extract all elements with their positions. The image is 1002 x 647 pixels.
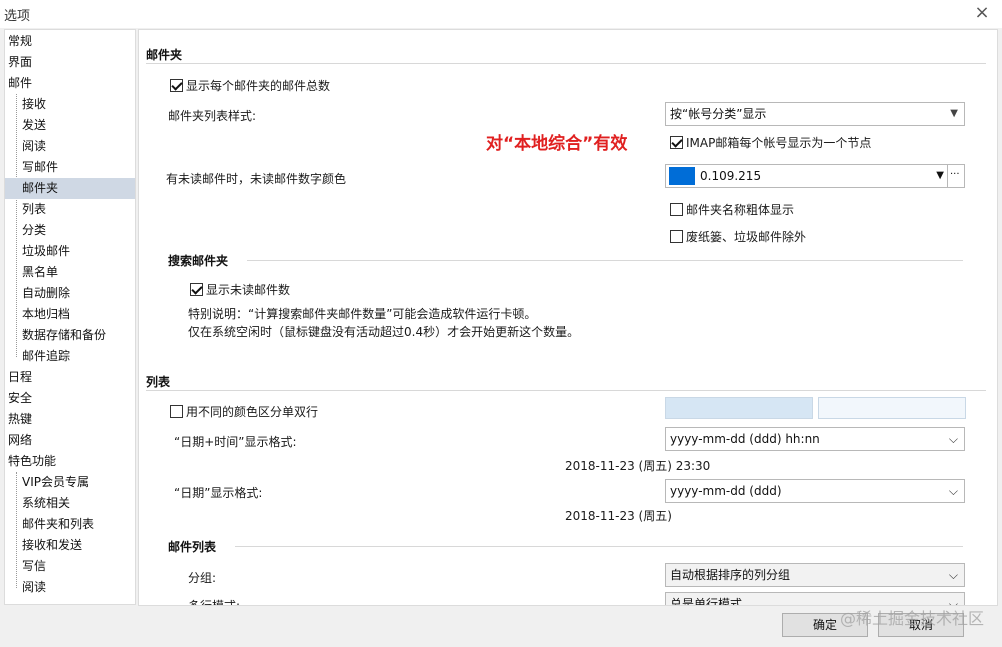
- mail-list-section-title: 邮件列表: [168, 540, 217, 554]
- date-format-value: yyyy-mm-dd (ddd): [670, 484, 782, 498]
- sidebar-item[interactable]: 数据存储和备份: [5, 325, 135, 346]
- window-title: 选项: [4, 9, 31, 24]
- options-nav-tree: 常规 界面 邮件 接收 发送 阅读 写邮件 邮件夹 列表 分类 垃圾邮件 黑名单 自动删除 本地归档 数据存…: [4, 29, 136, 605]
- exclude-trash-option[interactable]: 废纸篓、垃圾邮件除外: [670, 228, 806, 245]
- imap-node-checkbox[interactable]: [670, 136, 683, 149]
- sidebar-item[interactable]: 邮件追踪: [5, 346, 135, 367]
- sidebar-item[interactable]: 自动删除: [5, 283, 135, 304]
- chevron-down-icon: ⌵: [948, 484, 958, 498]
- multiline-select[interactable]: 总是单行模式 ⌵: [665, 592, 965, 606]
- datetime-format-label: “日期+时间”显示格式:: [174, 435, 297, 449]
- sidebar-item[interactable]: 安全: [5, 388, 135, 409]
- sidebar-item[interactable]: 邮件夹: [5, 178, 135, 199]
- show-total-label: 显示每个邮件夹的邮件总数: [186, 79, 331, 93]
- sidebar-item[interactable]: 邮件夹和列表: [5, 514, 135, 535]
- odd-row-color-swatch[interactable]: [665, 397, 813, 419]
- sidebar-item[interactable]: 阅读: [5, 577, 135, 598]
- list-style-select[interactable]: 按“帐号分类”显示 ▼: [665, 102, 965, 126]
- date-preview: 2018-11-23 (周五): [565, 509, 672, 523]
- list-section-title: 列表: [146, 375, 171, 389]
- alt-rows-option[interactable]: 用不同的颜色区分单双行: [170, 403, 318, 420]
- exclude-trash-label: 废纸篓、垃圾邮件除外: [686, 230, 807, 244]
- datetime-format-select[interactable]: yyyy-mm-dd (ddd) hh:nn ⌵: [665, 427, 965, 451]
- date-format-label: “日期”显示格式:: [174, 486, 263, 500]
- even-row-color-swatch[interactable]: [818, 397, 966, 419]
- alt-rows-checkbox[interactable]: [170, 405, 183, 418]
- sidebar-item[interactable]: 写邮件: [5, 157, 135, 178]
- folder-section-title: 邮件夹: [146, 48, 183, 62]
- divider: [146, 390, 986, 391]
- imap-node-option[interactable]: IMAP邮箱每个帐号显示为一个节点: [670, 134, 871, 151]
- color-more-button[interactable]: ···: [947, 164, 965, 188]
- watermark: @稀土掘金技术社区: [839, 609, 984, 628]
- chevron-down-icon: ▼: [936, 170, 944, 181]
- show-unread-option[interactable]: 显示未读邮件数: [190, 281, 290, 298]
- sidebar-item[interactable]: 阅读: [5, 136, 135, 157]
- sidebar-item[interactable]: 垃圾邮件: [5, 241, 135, 262]
- group-value: 自动根据排序的列分组: [670, 568, 791, 582]
- sidebar-item[interactable]: 特色功能: [5, 451, 135, 472]
- alt-rows-label: 用不同的颜色区分单双行: [186, 405, 319, 419]
- chevron-down-icon: ▼: [950, 108, 958, 119]
- datetime-preview: 2018-11-23 (周五) 23:30: [565, 459, 711, 473]
- close-icon[interactable]: ×: [972, 2, 992, 23]
- exclude-trash-checkbox[interactable]: [670, 230, 683, 243]
- sidebar-item[interactable]: 邮件: [5, 73, 135, 94]
- sidebar-item[interactable]: 热键: [5, 409, 135, 430]
- date-format-select[interactable]: yyyy-mm-dd (ddd) ⌵: [665, 479, 965, 503]
- unread-color-value: 0.109.215: [700, 169, 762, 183]
- chevron-down-icon: ⌵: [948, 568, 958, 582]
- color-swatch: [669, 167, 695, 185]
- sidebar-item[interactable]: 写信: [5, 556, 135, 577]
- sidebar-item[interactable]: 网络: [5, 430, 135, 451]
- sidebar-item[interactable]: 分类: [5, 220, 135, 241]
- sidebar-item[interactable]: 日程: [5, 367, 135, 388]
- multiline-value: 总是单行模式: [670, 597, 743, 606]
- annotation-text: 对“本地综合”有效: [486, 134, 628, 154]
- unread-color-label: 有未读邮件时，未读邮件数字颜色: [166, 172, 347, 186]
- sidebar-item[interactable]: 黑名单: [5, 262, 135, 283]
- search-note-line1: 特别说明：“计算搜索邮件夹邮件数量”可能会造成软件运行卡顿。: [188, 307, 537, 321]
- bold-name-option[interactable]: 邮件夹名称粗体显示: [670, 201, 794, 218]
- bold-name-checkbox[interactable]: [670, 203, 683, 216]
- list-style-label: 邮件夹列表样式:: [168, 109, 257, 123]
- group-label: 分组:: [188, 571, 217, 585]
- options-content-panel: 邮件夹 显示每个邮件夹的邮件总数 邮件夹列表样式: 按“帐号分类”显示 ▼ 对“…: [138, 29, 998, 606]
- show-total-option[interactable]: 显示每个邮件夹的邮件总数: [170, 77, 330, 94]
- unread-color-picker[interactable]: 0.109.215 ▼: [665, 164, 949, 188]
- chevron-down-icon: ⌵: [948, 432, 958, 446]
- sidebar-item[interactable]: 界面: [5, 52, 135, 73]
- sidebar-item[interactable]: 列表: [5, 199, 135, 220]
- divider: [235, 546, 963, 547]
- search-folder-section-title: 搜索邮件夹: [168, 254, 229, 268]
- show-unread-label: 显示未读邮件数: [206, 283, 291, 297]
- show-total-checkbox[interactable]: [170, 79, 183, 92]
- sidebar-item[interactable]: 接收和发送: [5, 535, 135, 556]
- group-select[interactable]: 自动根据排序的列分组 ⌵: [665, 563, 965, 587]
- sidebar-item[interactable]: 发送: [5, 115, 135, 136]
- datetime-format-value: yyyy-mm-dd (ddd) hh:nn: [670, 432, 820, 446]
- bold-name-label: 邮件夹名称粗体显示: [686, 203, 795, 217]
- sidebar-item[interactable]: 系统相关: [5, 493, 135, 514]
- title-bar: 选项 ×: [0, 0, 1002, 28]
- sidebar-item[interactable]: 常规: [5, 31, 135, 52]
- sidebar-item[interactable]: 接收: [5, 94, 135, 115]
- divider: [146, 63, 986, 64]
- multiline-label: 多行模式:: [188, 599, 241, 606]
- sidebar-item[interactable]: 本地归档: [5, 304, 135, 325]
- divider: [247, 260, 963, 261]
- list-style-value: 按“帐号分类”显示: [670, 107, 767, 121]
- imap-node-label: IMAP邮箱每个帐号显示为一个节点: [686, 136, 872, 150]
- sidebar-item[interactable]: VIP会员专属: [5, 472, 135, 493]
- show-unread-checkbox[interactable]: [190, 283, 203, 296]
- search-note-line2: 仅在系统空闲时（鼠标键盘没有活动超过0.4秒）才会开始更新这个数量。: [188, 325, 580, 339]
